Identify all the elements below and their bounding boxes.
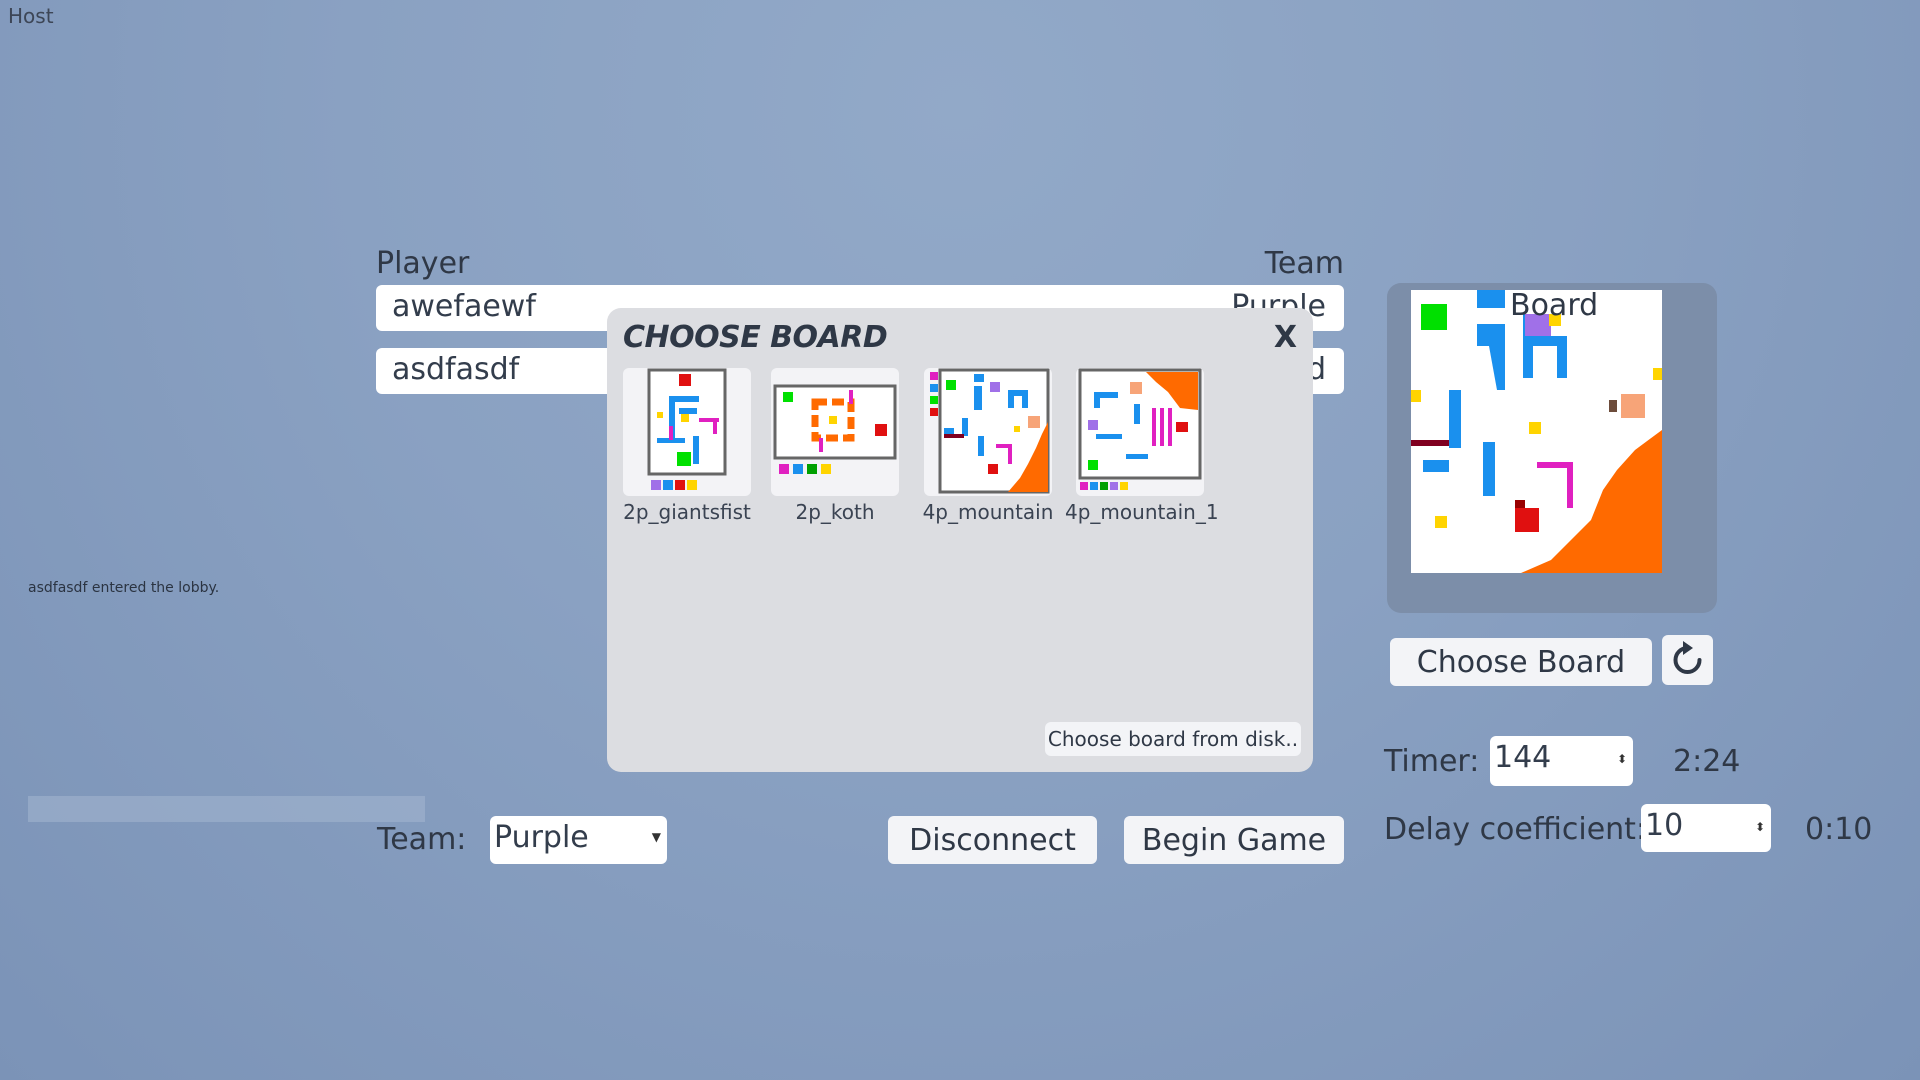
player-column-header: Player bbox=[376, 246, 470, 281]
stepper-icon: ⬍ bbox=[1616, 752, 1627, 766]
refresh-icon bbox=[1673, 641, 1702, 674]
team-select-value: Purple bbox=[494, 820, 589, 855]
board-name-label: 4p_mountain bbox=[922, 500, 1054, 524]
board-thumb-2p-giantsfist[interactable] bbox=[623, 368, 751, 496]
player-name: awefaewf bbox=[392, 289, 536, 324]
timer-label: Timer: bbox=[1384, 744, 1480, 779]
team-select[interactable]: Purple ▼ bbox=[490, 816, 667, 864]
lobby-log-message: asdfasdf entered the lobby. bbox=[28, 580, 220, 596]
delay-label: Delay coefficient: bbox=[1384, 812, 1647, 847]
board-thumbnail bbox=[773, 384, 897, 474]
delay-display: 0:10 bbox=[1805, 812, 1873, 847]
board-name-label: 2p_koth bbox=[795, 500, 875, 524]
refresh-button[interactable] bbox=[1662, 635, 1713, 685]
delay-value: 10 bbox=[1645, 808, 1684, 843]
team-column-header: Team bbox=[1264, 246, 1344, 281]
team-select-label: Team: bbox=[377, 822, 467, 857]
timer-value: 144 bbox=[1494, 740, 1552, 775]
board-name-label: 2p_giantsfist bbox=[623, 500, 751, 524]
timer-display: 2:24 bbox=[1673, 744, 1741, 779]
close-button[interactable]: X bbox=[1274, 320, 1297, 355]
choose-board-modal: CHOOSE BOARD X 2p_giantsfist 2p_koth 4p_… bbox=[607, 308, 1313, 772]
timer-input[interactable]: 144 ⬍ bbox=[1490, 736, 1633, 786]
chevron-down-icon: ▼ bbox=[651, 830, 661, 844]
board-thumbnail bbox=[1078, 368, 1202, 490]
modal-title: CHOOSE BOARD bbox=[623, 320, 888, 355]
board-thumb-4p-mountain[interactable] bbox=[924, 368, 1052, 496]
chat-input[interactable] bbox=[28, 796, 425, 822]
stepper-icon: ⬍ bbox=[1754, 820, 1765, 834]
board-thumbnail bbox=[647, 368, 727, 490]
delay-input[interactable]: 10 ⬍ bbox=[1641, 804, 1771, 852]
choose-board-from-disk-button[interactable]: Choose board from disk.. bbox=[1045, 722, 1301, 756]
board-thumbnail bbox=[930, 368, 1050, 494]
player-name: asdfasdf bbox=[392, 352, 520, 387]
board-thumb-4p-mountain-1[interactable] bbox=[1076, 368, 1204, 496]
board-name-label: 4p_mountain_1 bbox=[1065, 500, 1219, 524]
board-panel-title: Board bbox=[1510, 288, 1599, 323]
board-preview bbox=[1411, 290, 1662, 573]
host-label: Host bbox=[8, 4, 54, 28]
board-preview-map bbox=[1411, 290, 1662, 573]
begin-game-button[interactable]: Begin Game bbox=[1124, 816, 1344, 864]
disconnect-button[interactable]: Disconnect bbox=[888, 816, 1097, 864]
choose-board-button[interactable]: Choose Board bbox=[1390, 638, 1652, 686]
board-thumb-2p-koth[interactable] bbox=[771, 368, 899, 496]
